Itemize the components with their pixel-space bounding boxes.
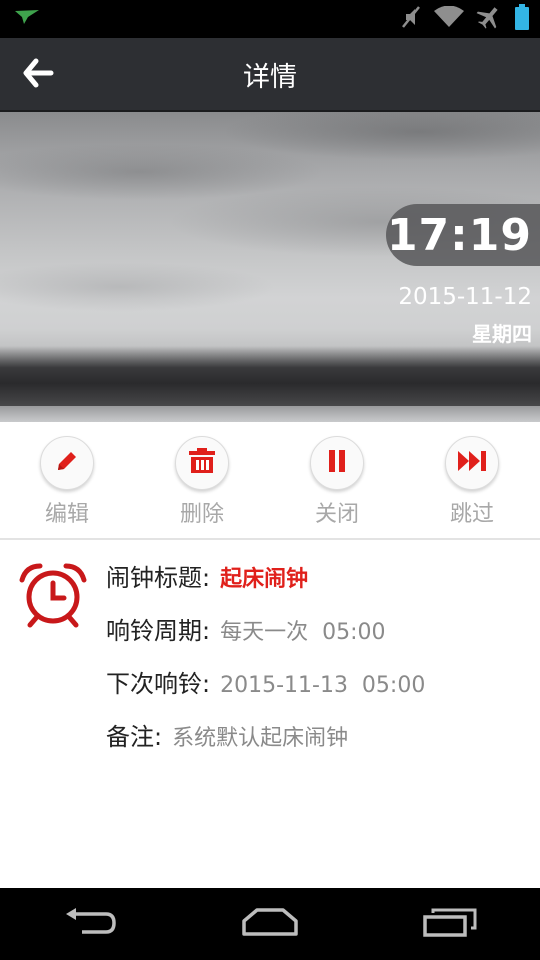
back-arrow-icon — [22, 58, 54, 92]
nav-recents-button[interactable] — [410, 896, 490, 952]
ring-cycle-label: 响铃周期: — [106, 617, 211, 645]
skip-button[interactable]: 跳过 — [432, 436, 512, 536]
trash-icon — [188, 448, 216, 478]
next-ring-label: 下次响铃: — [106, 670, 211, 698]
detail-row-note: 备注: 系统默认起床闹钟 — [106, 717, 348, 752]
note-label: 备注: — [106, 723, 163, 751]
detail-row-title: 闹钟标题: 起床闹钟 — [106, 558, 308, 593]
weekday-text: 星期四 — [472, 322, 532, 346]
date-text: 2015-11-12 — [398, 284, 532, 310]
nav-back-icon — [62, 906, 118, 942]
skip-button-circle[interactable] — [445, 436, 499, 490]
note-value: 系统默认起床闹钟 — [172, 726, 349, 751]
skip-label: 跳过 — [449, 502, 494, 527]
nav-back-button[interactable] — [50, 896, 130, 952]
delete-label: 删除 — [179, 502, 224, 527]
nav-recents-icon — [422, 906, 478, 942]
system-nav-bar — [0, 888, 540, 960]
wifi-icon — [434, 5, 464, 32]
ring-cycle-value: 每天一次 05:00 — [220, 620, 386, 645]
delete-button[interactable]: 删除 — [162, 436, 242, 536]
battery-icon — [514, 4, 530, 34]
alarm-title-label: 闹钟标题: — [106, 564, 211, 592]
app-bar: 详情 — [0, 38, 540, 112]
back-button[interactable] — [20, 57, 56, 93]
alarm-title-value: 起床闹钟 — [220, 567, 309, 592]
mute-icon — [400, 5, 422, 33]
alarm-clock-icon — [18, 562, 88, 628]
status-bar — [0, 0, 540, 38]
pencil-icon — [54, 448, 80, 478]
airplane-mode-icon — [476, 5, 502, 33]
edit-label: 编辑 — [44, 502, 89, 527]
delete-button-circle[interactable] — [175, 436, 229, 490]
detail-row-cycle: 响铃周期: 每天一次 05:00 — [106, 611, 385, 646]
time-text: 17:19 — [386, 209, 532, 261]
edit-button-circle[interactable] — [40, 436, 94, 490]
close-alarm-button-circle[interactable] — [310, 436, 364, 490]
water — [0, 406, 540, 422]
close-alarm-button[interactable]: 关闭 — [297, 436, 377, 536]
alarm-details: 闹钟标题: 起床闹钟 响铃周期: 每天一次 05:00 下次响铃: 2015-1… — [0, 540, 540, 888]
page-title: 详情 — [243, 61, 297, 93]
hero-image: 17:19 2015-11-12 星期四 — [0, 112, 540, 422]
action-bar: 编辑 删除 关闭 跳过 — [0, 422, 540, 540]
close-alarm-label: 关闭 — [314, 502, 359, 527]
skip-icon — [457, 450, 487, 476]
app-notification-icon — [14, 9, 40, 29]
detail-row-next: 下次响铃: 2015-11-13 05:00 — [106, 664, 425, 699]
treeline — [0, 346, 540, 408]
nav-home-button[interactable] — [230, 896, 310, 952]
pause-icon — [326, 449, 348, 477]
time-badge: 17:19 — [386, 204, 540, 266]
edit-button[interactable]: 编辑 — [27, 436, 107, 536]
next-ring-value: 2015-11-13 05:00 — [220, 673, 426, 698]
nav-home-icon — [241, 907, 299, 941]
